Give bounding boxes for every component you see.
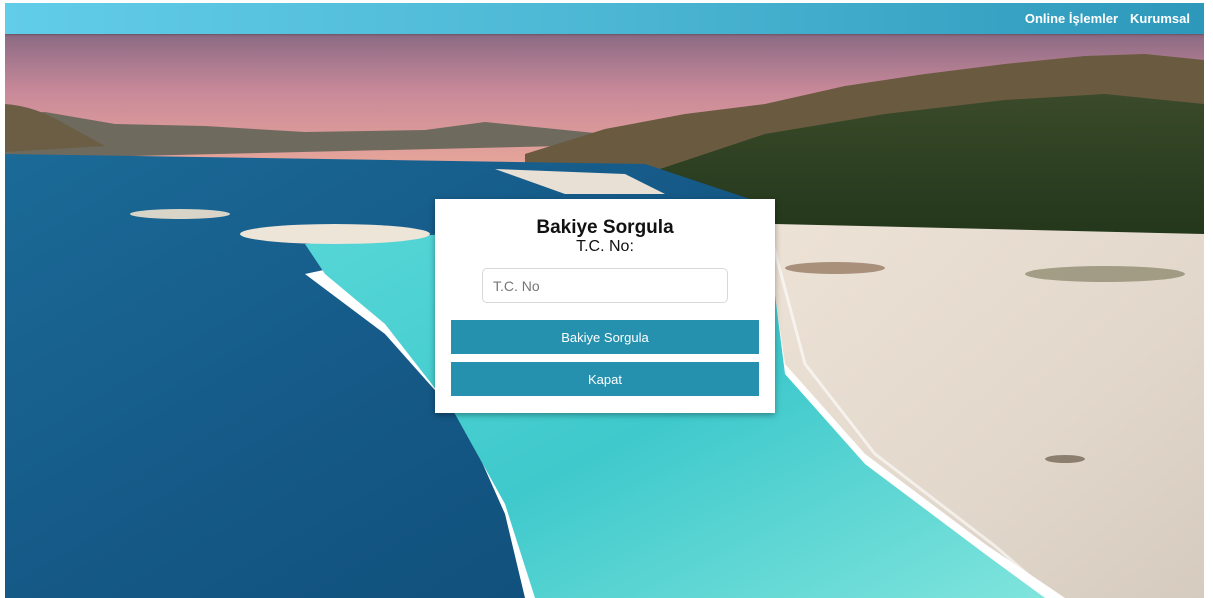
tc-no-label: T.C. No: (576, 238, 634, 255)
main-nav: Online İşlemler Kurumsal (1025, 3, 1190, 34)
close-button[interactable]: Kapat (451, 362, 759, 396)
page-frame: Online İşlemler Kurumsal Bakiye Sorgula … (5, 3, 1204, 598)
dialog-title: Bakiye Sorgula (536, 217, 674, 238)
tc-no-input[interactable] (482, 268, 728, 303)
nav-link-online-islemler[interactable]: Online İşlemler (1025, 11, 1118, 26)
top-navigation-bar: Online İşlemler Kurumsal (5, 3, 1204, 34)
nav-link-kurumsal[interactable]: Kurumsal (1130, 11, 1190, 26)
balance-query-dialog: Bakiye Sorgula T.C. No: Bakiye Sorgula K… (435, 199, 775, 413)
query-balance-button[interactable]: Bakiye Sorgula (451, 320, 759, 354)
